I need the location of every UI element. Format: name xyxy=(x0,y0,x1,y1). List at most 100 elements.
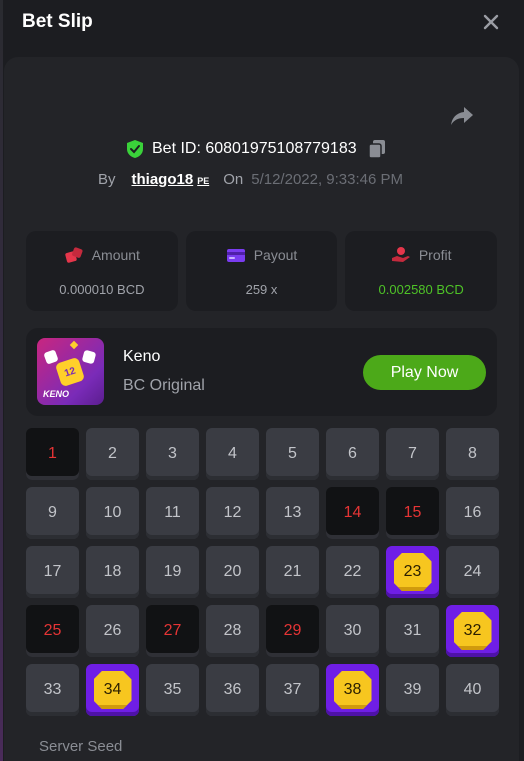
keno-tile[interactable]: 19 xyxy=(146,546,199,598)
stat-label: Profit xyxy=(418,247,452,263)
tile-number: 5 xyxy=(288,445,297,462)
tile-number: 12 xyxy=(223,504,242,521)
keno-tile[interactable]: 15 xyxy=(386,487,439,539)
keno-tile[interactable]: 28 xyxy=(206,605,259,657)
keno-tile[interactable]: 2 xyxy=(86,428,139,480)
tile-number: 3 xyxy=(168,445,177,462)
tile-number: 35 xyxy=(163,681,182,698)
keno-tile[interactable]: 20 xyxy=(206,546,259,598)
bet-slip-modal: Bet Slip Bet ID: 60801975108779183 By th… xyxy=(0,0,524,761)
stat-payout: Payout 259 x xyxy=(185,231,338,311)
keno-tile[interactable]: 16 xyxy=(446,487,499,539)
keno-tile[interactable]: 30 xyxy=(326,605,379,657)
dice-icon xyxy=(65,247,83,263)
keno-tile[interactable]: 39 xyxy=(386,664,439,716)
keno-board: 1 2 3 4 5 6 7 8 9 10 11 12 13 14 15 16 17 18 19 20 21 22 23 24 2… xyxy=(26,428,499,716)
bet-meta-row: By thiago18 PE On 5/12/2022, 9:33:46 PM xyxy=(98,169,403,189)
server-seed-label: Server Seed xyxy=(39,738,123,755)
thumb-label: KENO xyxy=(43,389,70,399)
keno-tile[interactable]: 9 xyxy=(26,487,79,539)
keno-tile[interactable]: 7 xyxy=(386,428,439,480)
bet-stats: Amount 0.000010 BCD Payout 259 x Profit … xyxy=(26,231,498,311)
tile-number: 18 xyxy=(103,563,122,580)
keno-tile[interactable]: 27 xyxy=(146,605,199,657)
tile-number: 28 xyxy=(223,622,242,639)
keno-tile[interactable]: 26 xyxy=(86,605,139,657)
gem-number: 38 xyxy=(333,671,372,709)
keno-tile[interactable]: 23 xyxy=(386,546,439,598)
keno-tile[interactable]: 11 xyxy=(146,487,199,539)
bet-datetime: 5/12/2022, 9:33:46 PM xyxy=(251,170,404,188)
keno-tile[interactable]: 5 xyxy=(266,428,319,480)
tile-number: 36 xyxy=(223,681,242,698)
tile-number: 22 xyxy=(343,563,362,580)
keno-tile[interactable]: 29 xyxy=(266,605,319,657)
by-label: By xyxy=(98,170,116,188)
keno-tile[interactable]: 18 xyxy=(86,546,139,598)
stat-value: 0.002580 BCD xyxy=(378,282,464,297)
keno-tile[interactable]: 12 xyxy=(206,487,259,539)
tile-number: 9 xyxy=(48,504,57,521)
tile-number: 10 xyxy=(103,504,122,521)
tile-number: 2 xyxy=(108,445,117,462)
shield-check-icon xyxy=(127,140,143,158)
tile-number: 39 xyxy=(403,681,422,698)
keno-tile[interactable]: 25 xyxy=(26,605,79,657)
keno-tile[interactable]: 40 xyxy=(446,664,499,716)
play-now-button[interactable]: Play Now xyxy=(363,355,486,390)
stat-label: Amount xyxy=(91,247,140,263)
tile-number: 33 xyxy=(43,681,62,698)
keno-tile[interactable]: 37 xyxy=(266,664,319,716)
keno-tile[interactable]: 8 xyxy=(446,428,499,480)
keno-tile[interactable]: 1 xyxy=(26,428,79,480)
tile-number: 29 xyxy=(283,622,302,639)
tile-number: 4 xyxy=(228,445,237,462)
username-link[interactable]: thiago18 xyxy=(132,171,194,188)
keno-tile[interactable]: 21 xyxy=(266,546,319,598)
tile-number: 24 xyxy=(463,563,482,580)
keno-tile[interactable]: 17 xyxy=(26,546,79,598)
bet-id: Bet ID: 60801975108779183 xyxy=(152,140,357,157)
keno-tile[interactable]: 32 xyxy=(446,605,499,657)
keno-tile[interactable]: 14 xyxy=(326,487,379,539)
keno-tile[interactable]: 36 xyxy=(206,664,259,716)
bet-id-row: Bet ID: 60801975108779183 xyxy=(126,138,386,160)
keno-tile[interactable]: 6 xyxy=(326,428,379,480)
keno-tile[interactable]: 13 xyxy=(266,487,319,539)
stat-amount: Amount 0.000010 BCD xyxy=(26,231,178,311)
tile-number: 1 xyxy=(48,445,57,462)
stat-value: 259 x xyxy=(245,282,278,297)
tile-number: 31 xyxy=(403,622,422,639)
keno-tile[interactable]: 24 xyxy=(446,546,499,598)
coin-hand-icon xyxy=(391,247,410,262)
keno-tile[interactable]: 34 xyxy=(86,664,139,716)
share-icon[interactable] xyxy=(449,104,475,128)
username-suffix: PE xyxy=(197,176,210,186)
tile-number: 7 xyxy=(408,445,417,462)
tile-number: 17 xyxy=(43,563,62,580)
game-name: Keno xyxy=(123,348,161,365)
keno-tile[interactable]: 22 xyxy=(326,546,379,598)
tile-number: 15 xyxy=(403,504,422,521)
keno-tile[interactable]: 38 xyxy=(326,664,379,716)
tile-number: 40 xyxy=(463,681,482,698)
close-icon[interactable] xyxy=(481,12,501,32)
tile-number: 11 xyxy=(164,504,181,521)
game-card: 12 KENO Keno BC Original Play Now xyxy=(26,328,497,416)
keno-tile[interactable]: 10 xyxy=(86,487,139,539)
gem-number: 34 xyxy=(93,671,132,709)
stat-value: 0.000010 BCD xyxy=(59,282,145,297)
keno-tile[interactable]: 35 xyxy=(146,664,199,716)
copy-icon[interactable] xyxy=(367,139,386,159)
game-subtitle: BC Original xyxy=(123,377,205,394)
on-label: On xyxy=(223,170,244,188)
tile-number: 27 xyxy=(163,622,182,639)
tile-number: 8 xyxy=(468,445,477,462)
keno-tile[interactable]: 31 xyxy=(386,605,439,657)
gem-number: 32 xyxy=(453,612,492,650)
keno-tile[interactable]: 3 xyxy=(146,428,199,480)
keno-tile[interactable]: 4 xyxy=(206,428,259,480)
keno-tile[interactable]: 33 xyxy=(26,664,79,716)
modal-header: Bet Slip xyxy=(0,0,524,48)
gem-number: 23 xyxy=(393,553,432,591)
